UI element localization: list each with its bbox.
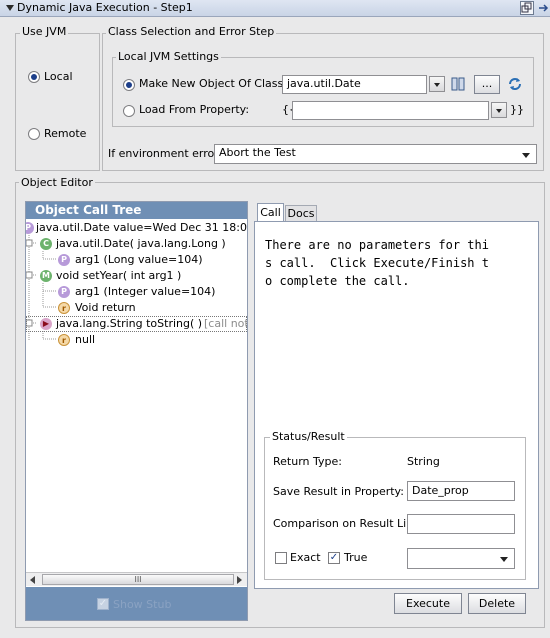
tree-horizontal-scrollbar[interactable]: III (26, 572, 247, 586)
save-result-label: Save Result in Property: (273, 485, 404, 498)
status-result-label: Status/Result (270, 430, 347, 443)
tab-call[interactable]: Call (257, 203, 284, 222)
comparison-label: Comparison on Result Like: (273, 517, 423, 530)
restore-window-icon[interactable] (520, 1, 534, 15)
object-call-tree-header: Object Call Tree (26, 202, 247, 219)
local-jvm-label: Local JVM Settings (116, 50, 221, 63)
local-radio[interactable] (28, 71, 40, 83)
use-jvm-label: Use JVM (20, 25, 69, 38)
chevron-down-icon (500, 557, 508, 562)
exact-checkbox[interactable] (275, 552, 287, 564)
collapse-triangle-icon[interactable] (6, 5, 14, 11)
class-tree-icon[interactable] (450, 76, 466, 92)
load-from-property-radio[interactable] (123, 105, 135, 117)
tree-footer: ✓ Show Stub (26, 587, 247, 620)
scroll-thumb[interactable]: III (42, 574, 234, 585)
return-node-icon: r (58, 302, 70, 314)
object-editor-label: Object Editor (19, 176, 95, 189)
refresh-icon[interactable] (506, 75, 524, 93)
exact-label: Exact (290, 551, 321, 564)
scroll-left-icon[interactable] (30, 576, 35, 584)
return-node-icon: r (58, 334, 70, 346)
local-radio-label: Local (44, 70, 73, 83)
class-dropdown-button[interactable] (429, 76, 445, 92)
method-node-icon: M (40, 270, 52, 282)
tree-item-label: arg1 (Integer value=104) (75, 285, 216, 298)
true-label: True (344, 551, 368, 564)
tree-item-label: java.util.Date value=Wed Dec 31 18:00:00 (36, 221, 247, 234)
show-stub-checkbox: ✓ (97, 598, 109, 610)
close-brace-text: }} (510, 103, 524, 116)
make-new-object-radio[interactable] (123, 79, 135, 91)
env-error-label: If environment error: (108, 147, 223, 160)
comparison-input[interactable] (407, 514, 515, 534)
true-checkbox[interactable]: ✓ (328, 552, 340, 564)
tree-item-note: [call not exe (204, 317, 247, 330)
make-new-object-label: Make New Object Of Class: (139, 77, 287, 90)
window-title: Dynamic Java Execution - Step1 (17, 1, 193, 14)
scroll-right-icon[interactable] (237, 576, 242, 584)
tab-docs[interactable]: Docs (285, 205, 317, 222)
remote-radio-label: Remote (44, 127, 87, 140)
compare-mode-select[interactable] (407, 548, 515, 569)
tree-item-label: null (75, 333, 96, 346)
object-call-tree: P java.util.Date value=Wed Dec 31 18:00:… (26, 220, 247, 572)
save-result-input[interactable]: Date_prop (407, 481, 515, 501)
load-from-property-label: Load From Property: (139, 103, 250, 116)
return-type-value: String (407, 455, 440, 468)
parameter-node-icon: P (58, 254, 70, 266)
show-stub-label: Show Stub (113, 598, 172, 611)
chevron-down-icon (522, 153, 530, 158)
call-message: There are no parameters for thi s call. … (265, 238, 489, 288)
browse-button[interactable]: ... (474, 75, 500, 94)
tree-item-label: Void return (75, 301, 136, 314)
execute-button[interactable]: Execute (394, 593, 462, 614)
title-bar: Dynamic Java Execution - Step1 (0, 0, 550, 17)
class-name-input[interactable]: java.util.Date (282, 75, 427, 94)
delete-button[interactable]: Delete (468, 593, 526, 614)
env-error-select[interactable]: Abort the Test (214, 144, 537, 164)
tree-item-label: java.util.Date( java.lang.Long ) (56, 237, 226, 250)
method-error-node-icon: ▶ (40, 318, 52, 330)
use-jvm-group (15, 33, 100, 171)
pin-window-icon[interactable] (538, 1, 550, 15)
remote-radio[interactable] (28, 128, 40, 140)
tree-item-selected[interactable]: ▶ java.lang.String toString( ) [call not… (26, 316, 247, 332)
class-selection-label: Class Selection and Error Step (106, 25, 277, 38)
parameter-node-icon: P (58, 286, 70, 298)
return-type-label: Return Type: (273, 455, 342, 468)
property-input[interactable] (292, 101, 489, 120)
tree-item-label: java.lang.String toString( ) (56, 317, 203, 330)
env-error-value: Abort the Test (219, 146, 296, 159)
tree-item-label: void setYear( int arg1 ) (56, 269, 182, 282)
tree-item-label: arg1 (Long value=104) (75, 253, 203, 266)
property-dropdown-button[interactable] (491, 102, 507, 118)
constructor-node-icon: C (40, 238, 52, 250)
